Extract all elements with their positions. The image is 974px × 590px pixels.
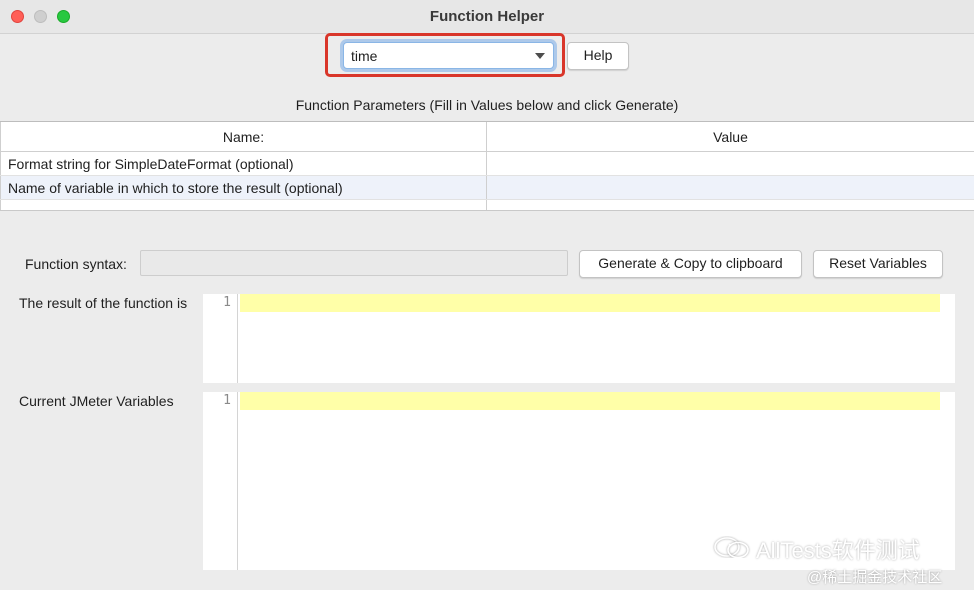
param-value-cell[interactable] xyxy=(487,152,974,175)
parameters-caption: Function Parameters (Fill in Values belo… xyxy=(295,97,679,113)
line-number: 1 xyxy=(223,295,231,310)
window-title: Function Helper xyxy=(429,8,545,25)
title-bar: Function Helper xyxy=(0,0,974,34)
current-line-highlight xyxy=(240,294,940,312)
empty-cell xyxy=(487,200,974,210)
function-select-value: time xyxy=(351,48,378,64)
dropdown-arrow-icon xyxy=(535,53,545,59)
empty-cell xyxy=(0,200,487,210)
generate-copy-button[interactable]: Generate & Copy to clipboard xyxy=(579,250,802,278)
table-row-empty xyxy=(0,200,974,210)
help-button[interactable]: Help xyxy=(567,42,629,70)
function-select[interactable]: time xyxy=(343,42,554,69)
param-name-cell[interactable]: Name of variable in which to store the r… xyxy=(0,176,487,199)
table-header-row: Name: Value xyxy=(0,122,974,152)
result-editor[interactable]: 1 xyxy=(203,294,955,383)
function-syntax-field[interactable] xyxy=(140,250,568,276)
variables-label: Current JMeter Variables xyxy=(19,393,174,409)
line-number-gutter: 1 xyxy=(203,294,238,383)
function-syntax-label: Function syntax: xyxy=(25,256,127,272)
current-line-highlight xyxy=(240,392,940,410)
param-value-cell[interactable] xyxy=(487,176,974,199)
table-row[interactable]: Name of variable in which to store the r… xyxy=(0,176,974,200)
table-row[interactable]: Format string for SimpleDateFormat (opti… xyxy=(0,152,974,176)
result-label: The result of the function is xyxy=(19,295,188,311)
column-header-value[interactable]: Value xyxy=(487,122,974,151)
reset-variables-button[interactable]: Reset Variables xyxy=(813,250,943,278)
line-number-gutter: 1 xyxy=(203,392,238,570)
watermark-subtext: @稀土掘金技术社区 xyxy=(807,569,943,586)
line-number: 1 xyxy=(223,393,231,408)
parameters-table: Name: Value Format string for SimpleDate… xyxy=(0,121,974,211)
watermark-main: AllTests软件测试 xyxy=(756,538,920,563)
param-name-cell[interactable]: Format string for SimpleDateFormat (opti… xyxy=(0,152,487,175)
watermark-text: AllTests软件测试 xyxy=(712,533,920,565)
column-header-name[interactable]: Name: xyxy=(0,122,487,151)
